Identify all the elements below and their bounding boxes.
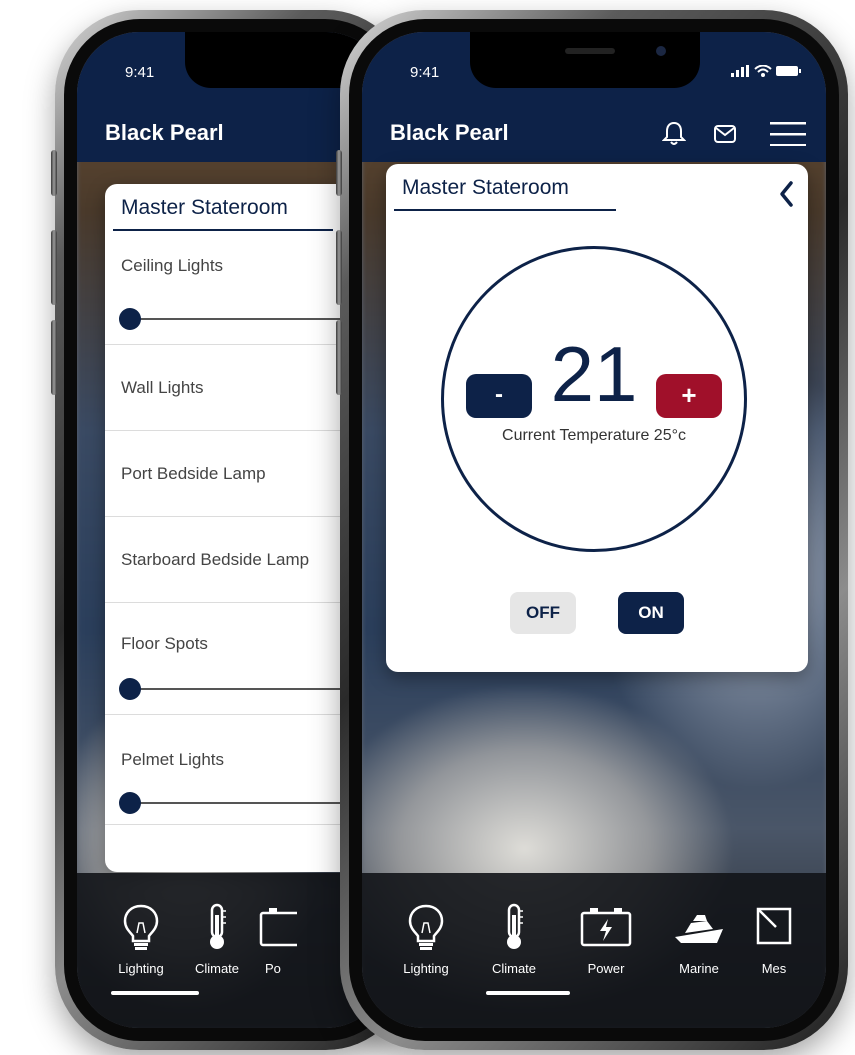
increase-temperature-button[interactable]: + bbox=[656, 374, 722, 418]
title-underline bbox=[113, 229, 333, 231]
nav-label-climate: Climate bbox=[491, 961, 537, 976]
notch bbox=[470, 32, 700, 88]
status-time: 9:41 bbox=[410, 64, 440, 81]
app-title: Black Pearl bbox=[390, 120, 509, 145]
side-button bbox=[51, 150, 57, 196]
mail-icon[interactable] bbox=[714, 125, 736, 143]
title-underline bbox=[394, 209, 616, 211]
room-title: Master Stateroom bbox=[121, 196, 288, 219]
temperature-dial: 21 - + Current Temperature 25°c bbox=[441, 246, 747, 552]
nav-label-messages-partial: Mes bbox=[761, 961, 787, 976]
floor-spots-slider-knob[interactable] bbox=[119, 678, 141, 700]
wall-lights-label: Wall Lights bbox=[121, 378, 204, 397]
climate-card: Master Stateroom 21 - + Current Temperat… bbox=[386, 164, 808, 672]
back-chevron-icon[interactable] bbox=[778, 180, 794, 208]
nav-label-lighting: Lighting bbox=[403, 961, 449, 976]
status-time: 9:41 bbox=[125, 64, 155, 81]
floor-spots-label: Floor Spots bbox=[121, 634, 208, 653]
nav-item-power[interactable]: Power bbox=[571, 903, 641, 976]
side-button bbox=[336, 320, 342, 395]
nav-label-lighting: Lighting bbox=[118, 961, 164, 976]
wifi-icon bbox=[753, 64, 772, 77]
off-button[interactable]: OFF bbox=[510, 592, 576, 634]
current-temperature-label: Current Temperature 25°c bbox=[502, 427, 686, 444]
right-screen: 9:41 Black Pearl Master Stateroom 21 - +… bbox=[362, 32, 826, 1028]
starboard-bedside-lamp-label: Starboard Bedside Lamp bbox=[121, 550, 310, 569]
menu-icon[interactable] bbox=[770, 122, 806, 146]
battery-icon bbox=[580, 908, 632, 947]
ceiling-lights-label: Ceiling Lights bbox=[121, 256, 224, 275]
status-icons bbox=[731, 64, 802, 82]
battery-status-icon bbox=[776, 66, 801, 76]
active-tab-indicator bbox=[486, 991, 570, 995]
nav-label-climate: Climate bbox=[194, 961, 240, 976]
room-title: Master Stateroom bbox=[402, 176, 569, 199]
signal-icon bbox=[731, 65, 750, 77]
nav-item-climate[interactable]: Climate bbox=[479, 903, 549, 976]
side-button bbox=[51, 230, 57, 305]
nav-item-climate[interactable]: Climate bbox=[182, 903, 252, 976]
yacht-icon bbox=[675, 915, 723, 943]
nav-item-marine[interactable]: Marine bbox=[664, 903, 734, 976]
nav-label-power: Power bbox=[587, 961, 625, 976]
speaker-grille bbox=[565, 48, 615, 54]
nav-label-marine: Marine bbox=[679, 961, 719, 976]
front-camera bbox=[656, 46, 666, 56]
bottom-nav: Lighting Climate Power Marine Mes bbox=[362, 873, 826, 1028]
right-phone: 9:41 Black Pearl Master Stateroom 21 - +… bbox=[336, 10, 848, 1050]
active-tab-indicator bbox=[111, 991, 199, 995]
side-button bbox=[336, 150, 342, 196]
bell-icon[interactable] bbox=[662, 120, 686, 146]
on-button[interactable]: ON bbox=[618, 592, 684, 634]
nav-item-lighting[interactable]: Lighting bbox=[106, 903, 176, 976]
app-title: Black Pearl bbox=[105, 120, 224, 145]
thermometer-icon bbox=[210, 903, 226, 949]
bulb-icon bbox=[123, 904, 159, 950]
side-button bbox=[51, 320, 57, 395]
pelmet-lights-slider-knob[interactable] bbox=[119, 792, 141, 814]
thermometer-icon bbox=[507, 903, 523, 949]
app-header: Black Pearl bbox=[362, 102, 826, 162]
pelmet-lights-label: Pelmet Lights bbox=[121, 750, 224, 769]
nav-item-power-partial[interactable]: Po bbox=[257, 903, 297, 976]
nav-item-messages-partial[interactable]: Mes bbox=[750, 903, 798, 976]
nav-label-power-partial: Po bbox=[265, 961, 281, 976]
decrease-temperature-button[interactable]: - bbox=[466, 374, 532, 418]
bulb-icon bbox=[408, 904, 444, 950]
message-icon bbox=[756, 907, 792, 945]
ceiling-lights-slider-knob[interactable] bbox=[119, 308, 141, 330]
port-bedside-lamp-label: Port Bedside Lamp bbox=[121, 464, 266, 483]
battery-icon bbox=[259, 908, 297, 947]
nav-item-lighting[interactable]: Lighting bbox=[391, 903, 461, 976]
side-button bbox=[336, 230, 342, 305]
